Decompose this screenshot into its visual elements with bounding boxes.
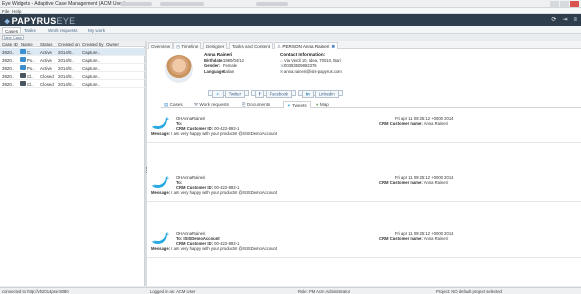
tweets-icon: ✦ [287, 103, 291, 108]
status-user: Logged in as: ACM User [150, 289, 196, 294]
facebook-button[interactable]: f Facebook [251, 90, 296, 98]
case-grid-header: Case ID Name Status Created on Created b… [0, 41, 145, 47]
twitter-icon: ✦ [212, 90, 224, 98]
case-type-icon [20, 81, 26, 86]
col-name[interactable]: Name [21, 42, 33, 47]
table-row[interactable]: 3920.. Cl.. Closed 2014/0.. Capture.. [0, 72, 145, 80]
tab-overview[interactable]: Overview [148, 42, 174, 49]
menu-file[interactable]: File [2, 9, 9, 14]
table-row[interactable]: 3920.. Cl.. Closed 2014/0.. Capture.. [0, 80, 145, 88]
status-project: Project: NO default project selected [436, 289, 502, 294]
case-list-panel: Case ID Name Status Created on Created b… [0, 41, 145, 286]
col-created-by[interactable]: Created by [82, 42, 103, 47]
case-type-icon [20, 49, 26, 54]
refresh-icon[interactable]: ⟳ [551, 17, 556, 23]
email-value[interactable]: anna.raineri@isis-papyrus.com [284, 69, 342, 74]
list-item[interactable]: OHAnnaRaineri To: CRM Customer ID: 00-42… [147, 113, 581, 143]
new-case-button[interactable]: New Case [2, 35, 24, 40]
window-titlebar: Eye Widgets - Adaptive Case Management (… [0, 0, 581, 8]
tweet-customer-name: Anna Raineri [423, 121, 448, 126]
brand-bar: ❖PAPYRUSEYE ⟳ ⇥ ≡ [0, 14, 581, 26]
tweet-message: I am very happy with your products! @ISI… [171, 131, 277, 136]
window-title: Eye Widgets - Adaptive Case Management (… [2, 1, 126, 7]
papyrus-eye-logo: ❖PAPYRUSEYE [4, 15, 76, 26]
list-item[interactable]: OHAnnaRaineri To: CRM Customer ID: 00-42… [147, 172, 581, 202]
subtab-work-requests[interactable]: ⚒ Work requests [191, 101, 232, 108]
status-bar: connected to http://vh2014pse:8080 Logge… [0, 287, 581, 294]
contact-heading: Contact Information: [280, 52, 326, 57]
col-status[interactable]: Status [40, 42, 52, 47]
tweet-message: I am very happy with your products! @ISI… [171, 246, 277, 251]
close-button[interactable] [570, 1, 579, 7]
case-type-icon [20, 73, 26, 78]
birthdate-value: 1980/04/12 [223, 57, 244, 63]
linkedin-icon: in [302, 90, 314, 98]
tab-designer[interactable]: Designer [203, 42, 228, 49]
logo-icon: ❖ [4, 18, 11, 26]
address-value: Via Verdi 10, Idea, 70010, Bari [284, 57, 341, 63]
twitter-button[interactable]: ✦ Twitter [208, 90, 250, 98]
blurred-tab [120, 2, 152, 6]
tab-cases[interactable]: Cases [2, 27, 22, 34]
main-nav-tabs: Cases Tasks Work requests My work [0, 26, 581, 34]
avatar [165, 55, 193, 83]
phone-value: 00393509883376 [284, 63, 317, 69]
menu-icon[interactable]: ≡ [573, 17, 577, 23]
list-item[interactable]: OHAnnaRaineri To: ISISDemoAccount CRM Cu… [147, 228, 581, 258]
maximize-button[interactable] [560, 1, 569, 7]
case-detail-panel: Overview ◷ Timeline Designer Tasks and C… [147, 41, 581, 286]
blurred-tab [160, 2, 204, 6]
map-icon: ⌖ [316, 102, 319, 107]
blurred-tab [256, 2, 288, 6]
subtab-map[interactable]: ⌖ Map [313, 101, 332, 108]
twitter-bird-icon [151, 117, 170, 129]
twitter-bird-icon [151, 176, 170, 188]
detail-tabs: Overview ◷ Timeline Designer Tasks and C… [147, 41, 581, 49]
logout-icon[interactable]: ⇥ [562, 17, 567, 23]
person-name: Anna Raineri [204, 52, 233, 57]
status-connection: connected to http://vh2014pse:8080 [2, 289, 69, 294]
subtab-cases[interactable]: ▤ Cases [161, 101, 186, 108]
contact-info: Contact Information: ⌂Via Verdi 10, Idea… [280, 52, 342, 74]
window-controls [550, 1, 579, 7]
linkedin-button[interactable]: in LinkedIn [298, 90, 343, 98]
social-buttons: ✦ Twitter f Facebook in LinkedIn [208, 90, 343, 98]
minimize-button[interactable] [550, 1, 559, 7]
facebook-icon: f [255, 90, 265, 98]
table-row[interactable]: 3920.. Po.. Active 2014/0.. Capture.. [0, 56, 145, 64]
menu-help[interactable]: Help [12, 9, 21, 14]
col-created-on[interactable]: Created on [58, 42, 80, 47]
tab-work-requests[interactable]: Work requests [46, 27, 80, 33]
tab-my-work[interactable]: My work [86, 27, 107, 33]
table-row[interactable]: 3920.. Po.. Active 2014/0.. Capture.. [0, 64, 145, 72]
case-type-icon [20, 57, 26, 62]
subtab-tweets[interactable]: ✦ Tweets [283, 101, 311, 108]
gender-value: Female [223, 63, 237, 69]
col-case-id[interactable]: Case ID [2, 42, 18, 47]
tweet-message: I am very happy with your products! @ISI… [171, 190, 277, 195]
twitter-bird-icon [151, 232, 170, 244]
tab-person[interactable]: ♙ PERSON Anna Raineri ✖ [274, 42, 339, 49]
tab-tasks-and-content[interactable]: Tasks and Content [229, 42, 274, 49]
documents-icon: ⎘ [242, 102, 246, 107]
tab-timeline[interactable]: ◷ Timeline [173, 42, 202, 49]
tweet-list: OHAnnaRaineri To: CRM Customer ID: 00-42… [147, 110, 581, 286]
tab-tasks[interactable]: Tasks [22, 27, 38, 33]
language-value: Italian [223, 68, 235, 74]
tweet-customer-name: Anna Raineri [423, 236, 448, 241]
cases-icon: ▤ [164, 102, 169, 107]
brand-toolbar: ⟳ ⇥ ≡ [551, 17, 577, 23]
wrench-icon: ⚒ [194, 102, 199, 107]
table-row[interactable]: 3920.. C.. Active 2014/0.. Capture.. [0, 48, 145, 56]
person-sub-tabs: ▤ Cases ⚒ Work requests ⎘ Documents ✦ Tw… [161, 100, 581, 108]
tweet-customer-name: Anna Raineri [423, 180, 448, 185]
subtab-documents[interactable]: ⎘ Documents [239, 101, 273, 108]
status-role: Role: PM Acm Administrator [298, 289, 351, 294]
person-details: Anna Raineri Birthdate:1980/04/12 Gender… [204, 52, 244, 74]
case-type-icon [20, 65, 26, 70]
close-tab-icon[interactable]: ✖ [331, 44, 335, 49]
col-owner[interactable]: Owner [106, 42, 119, 47]
